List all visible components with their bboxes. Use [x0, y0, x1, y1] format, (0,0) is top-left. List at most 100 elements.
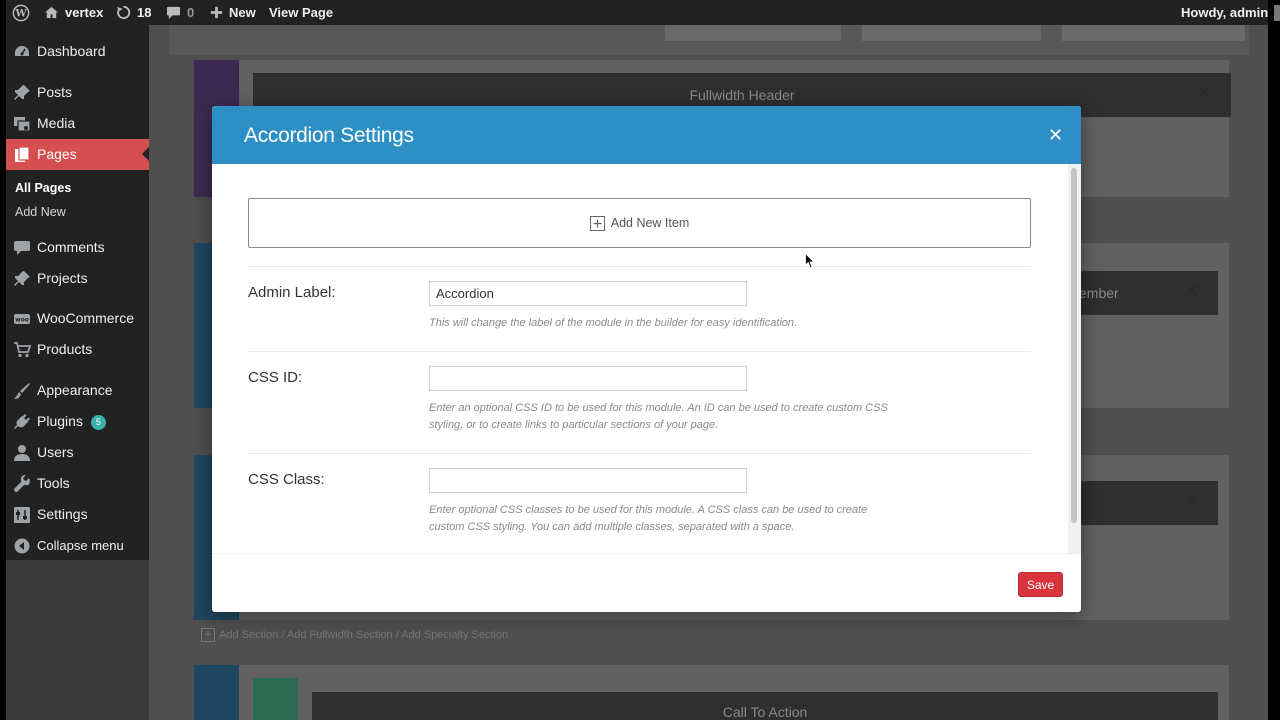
sidebar-item-settings[interactable]: Settings: [6, 499, 149, 530]
mouse-cursor-icon: [805, 253, 815, 269]
css-id-input[interactable]: [429, 366, 747, 391]
css-id-label: CSS ID:: [248, 369, 303, 386]
close-icon[interactable]: ✕: [1048, 125, 1063, 146]
view-page-label: View Page: [269, 5, 334, 20]
plug-icon: [14, 414, 30, 429]
admin-label-label: Admin Label:: [248, 284, 336, 301]
add-new-item-button[interactable]: Add New Item: [248, 198, 1031, 248]
sidebar-item-label: Media: [37, 115, 76, 131]
add-new-item-label: Add New Item: [610, 216, 690, 230]
divider: [248, 351, 1031, 352]
sidebar-item-posts[interactable]: Posts: [6, 77, 149, 108]
sidebar-item-media[interactable]: Media: [6, 108, 149, 139]
admin-sidebar: Dashboard Posts Media Pages All Pages Ad…: [6, 25, 149, 560]
close-icon[interactable]: ✕: [1183, 279, 1200, 304]
sidebar-item-label: Posts: [37, 84, 73, 100]
svg-text:W: W: [14, 8, 27, 19]
view-page-link[interactable]: View Page: [269, 0, 333, 25]
sidebar-item-label: Plugins: [37, 413, 83, 429]
plugins-update-badge: 5: [90, 414, 106, 430]
css-class-description: Enter optional CSS classes to be used fo…: [429, 504, 868, 533]
builder-toolbar-button[interactable]: [665, 25, 841, 41]
builder-toolbar-button[interactable]: [1062, 25, 1245, 41]
comments-link[interactable]: 0: [166, 0, 194, 25]
new-content-link[interactable]: New: [210, 0, 256, 25]
site-name: vertex: [65, 5, 104, 20]
plus-icon: [210, 6, 223, 19]
admin-label-description: This will change the label of the module…: [429, 317, 798, 329]
collapse-menu-button[interactable]: Collapse menu: [6, 530, 149, 561]
accordion-settings-modal: Accordion Settings ✕ Add New Item Admin …: [212, 106, 1081, 612]
sidebar-item-users[interactable]: Users: [6, 437, 149, 468]
account-menu[interactable]: Howdy, admin: [1181, 0, 1280, 25]
module-label: Fullwidth Header: [689, 87, 795, 103]
divider: [248, 266, 1031, 267]
wordpress-logo-button[interactable]: W: [12, 0, 30, 25]
comment-icon: [166, 6, 181, 19]
new-label: New: [229, 5, 256, 20]
sidebar-item-projects[interactable]: Projects: [6, 263, 149, 294]
submenu-add-new[interactable]: Add New: [15, 205, 66, 219]
sidebar-item-dashboard[interactable]: Dashboard: [6, 36, 149, 67]
modal-body: Add New Item Admin Label: This will chan…: [212, 164, 1068, 553]
sidebar-item-woocommerce[interactable]: woo WooCommerce: [6, 303, 149, 334]
woocommerce-icon: woo: [14, 314, 30, 324]
sidebar-item-pages[interactable]: Pages: [6, 139, 149, 170]
media-icon: [14, 117, 31, 132]
admin-label-input[interactable]: [429, 281, 747, 306]
add-section-links[interactable]: + Add Section / Add Fullwidth Section / A…: [201, 628, 508, 642]
modal-title: Accordion Settings: [244, 124, 414, 147]
submenu-all-pages[interactable]: All Pages: [15, 181, 71, 195]
sidebar-item-tools[interactable]: Tools: [6, 468, 149, 499]
wordpress-icon: W: [12, 4, 30, 21]
sidebar-item-comments[interactable]: Comments: [6, 232, 149, 263]
sidebar-item-products[interactable]: Products: [6, 334, 149, 365]
sidebar-item-label: Tools: [37, 475, 70, 491]
sidebar-item-label: Dashboard: [37, 43, 106, 59]
comment-icon: [14, 241, 30, 255]
modal-header: Accordion Settings ✕: [212, 106, 1081, 164]
site-name-link[interactable]: vertex: [44, 0, 103, 25]
module-label: ember: [1079, 285, 1119, 301]
modal-scrollbar[interactable]: [1068, 164, 1081, 553]
builder-toolbar-button[interactable]: [862, 25, 1041, 41]
refresh-icon: [116, 5, 131, 20]
user-icon: [14, 445, 30, 461]
pin-icon: [14, 85, 30, 100]
section-handle[interactable]: [194, 665, 239, 720]
sidebar-item-label: Projects: [37, 270, 88, 286]
sidebar-filler: [6, 560, 149, 720]
plus-box-icon: +: [201, 628, 215, 642]
collapse-menu-label: Collapse menu: [37, 538, 124, 553]
css-id-description: Enter an optional CSS ID to be used for …: [429, 402, 888, 431]
sidebar-item-label: WooCommerce: [37, 310, 134, 326]
sidebar-item-label: Appearance: [37, 382, 113, 398]
call-to-action-module[interactable]: Call To Action: [312, 692, 1218, 720]
screen: W vertex 18 0 New View Page Howdy, admin: [0, 0, 1280, 720]
add-section-label: Add Section / Add Fullwidth Section / Ad…: [219, 628, 509, 641]
cart-icon: [14, 342, 31, 358]
howdy-label: Howdy, admin: [1181, 5, 1269, 20]
close-icon[interactable]: ✕: [1183, 489, 1200, 514]
css-class-input[interactable]: [429, 468, 747, 493]
sidebar-item-label: Products: [37, 341, 93, 357]
pin-icon: [14, 271, 30, 286]
scrollbar-thumb[interactable]: [1071, 168, 1077, 523]
updates-count: 18: [137, 5, 152, 20]
updates-link[interactable]: 18: [116, 0, 151, 25]
save-button[interactable]: Save: [1018, 572, 1063, 597]
sidebar-item-label: Pages: [37, 146, 77, 162]
divider: [248, 453, 1031, 454]
wrench-icon: [14, 475, 30, 492]
brush-icon: [14, 383, 30, 399]
collapse-arrow-icon: [14, 538, 30, 554]
close-icon[interactable]: ✕: [1195, 81, 1212, 106]
sidebar-item-plugins[interactable]: Plugins 5: [6, 406, 149, 437]
sidebar-item-appearance[interactable]: Appearance: [6, 375, 149, 406]
row-handle[interactable]: [253, 678, 298, 720]
svg-text:woo: woo: [15, 317, 29, 324]
comments-count: 0: [187, 5, 195, 20]
settings-icon: [14, 507, 30, 523]
css-class-label: CSS Class:: [248, 471, 325, 488]
avatar: [1274, 4, 1280, 21]
